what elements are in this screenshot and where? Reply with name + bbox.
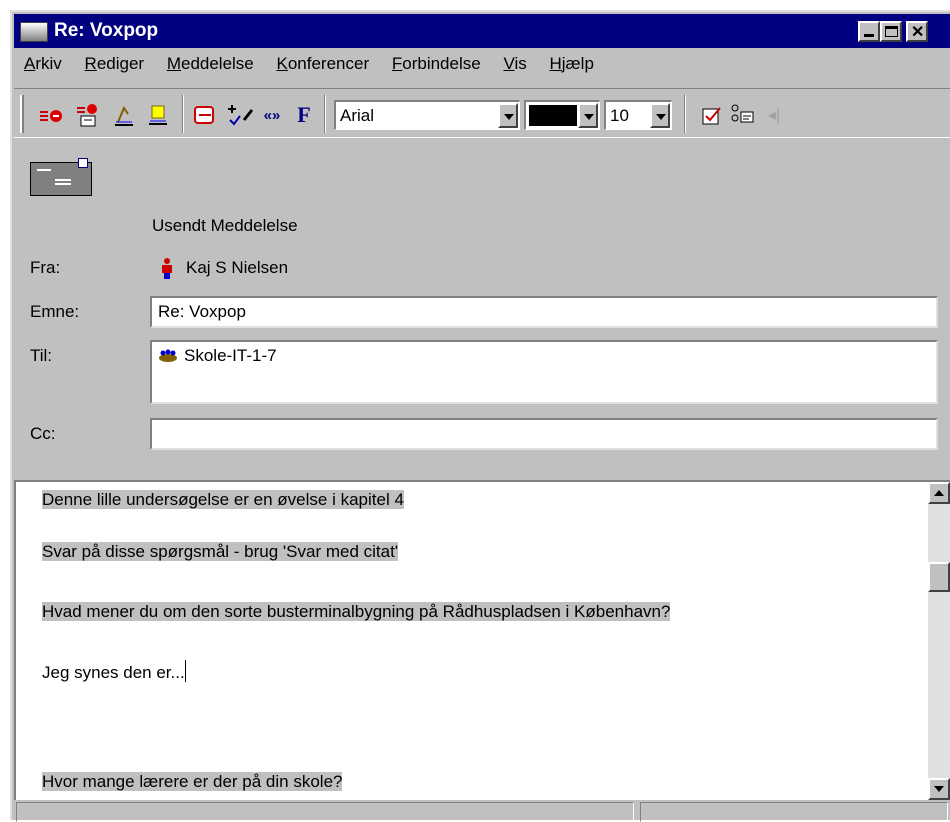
message-body[interactable]: Denne lille undersøgelse er en øvelse i … [14, 480, 950, 800]
body-line: Jeg synes den er... [42, 663, 185, 682]
group-icon [158, 348, 178, 362]
cc-label: Cc: [30, 424, 56, 443]
font-color-select[interactable] [524, 100, 600, 130]
window-title: Re: Voxpop [54, 20, 159, 41]
message-window-icon [20, 22, 48, 42]
chevron-down-icon[interactable] [650, 103, 670, 128]
color-swatch [529, 105, 577, 126]
subject-value: Re: Voxpop [158, 302, 246, 321]
toolbar-grip[interactable] [20, 95, 24, 133]
envelope-badge [78, 158, 88, 168]
font-size-value: 10 [610, 106, 629, 125]
disabled-icon: ◂| [767, 107, 781, 124]
subject-label: Emne: [30, 302, 80, 321]
message-header: Usendt Meddelelse Fra: Kaj S Nielsen Emn… [14, 140, 950, 480]
arrow-down-icon [934, 786, 944, 792]
chevron-down-icon[interactable] [498, 103, 518, 128]
toolbar-separator-2 [324, 95, 326, 133]
send-icon[interactable] [38, 101, 66, 129]
scroll-up-button[interactable] [928, 482, 950, 504]
scroll-down-button[interactable] [928, 778, 950, 800]
from-value: Kaj S Nielsen [186, 258, 289, 277]
font-family-select[interactable]: Arial [334, 100, 520, 130]
to-field[interactable]: Skole-IT-1-7 [150, 340, 938, 404]
title-bar[interactable]: Re: Voxpop ✕ [14, 14, 950, 48]
status-panel [16, 802, 634, 822]
signature-icon[interactable] [110, 101, 138, 129]
user-icon [162, 258, 172, 280]
minimize-button[interactable] [858, 21, 880, 42]
status-panel [640, 802, 948, 822]
close-icon: ✕ [911, 24, 925, 41]
toolbar-separator-3 [684, 95, 686, 133]
status-bar [14, 800, 950, 822]
maximize-button[interactable] [880, 21, 902, 42]
quote-icon[interactable]: «» [258, 101, 286, 129]
menu-vis[interactable]: Vis [503, 54, 526, 74]
menu-forbindelse[interactable]: Forbindelse [392, 54, 481, 74]
menu-hjaelp[interactable]: Hjælp [550, 54, 594, 74]
from-label: Fra: [30, 258, 61, 277]
subject-field[interactable]: Re: Voxpop [150, 296, 938, 328]
arrow-up-icon [934, 490, 944, 496]
scroll-thumb[interactable] [928, 562, 950, 592]
text-caret [184, 660, 186, 682]
menu-konferencer[interactable]: Konferencer [277, 54, 370, 74]
message-window: Re: Voxpop ✕ Arkiv Rediger Meddelelse Ko… [10, 10, 950, 822]
send-later-icon[interactable] [74, 101, 102, 129]
check-icon[interactable] [698, 101, 726, 129]
minimize-icon [864, 34, 874, 37]
body-line: Svar på disse spørgsmål - brug 'Svar med… [42, 542, 399, 561]
body-line: Hvor mange lærere er der på din skole? [42, 772, 343, 791]
menu-arkiv[interactable]: Arkiv [24, 54, 62, 74]
to-label: Til: [30, 346, 53, 365]
font-family-value: Arial [340, 106, 375, 125]
font-size-select[interactable]: 10 [604, 100, 672, 130]
maximize-icon [885, 26, 898, 37]
toolbar: «» F Arial 10 ◂| [14, 88, 950, 138]
cc-field[interactable] [150, 418, 938, 450]
address-book-icon[interactable] [144, 101, 172, 129]
bold-icon[interactable]: F [290, 101, 318, 129]
close-button[interactable]: ✕ [906, 21, 928, 42]
address-icon[interactable] [728, 101, 756, 129]
chevron-down-icon[interactable] [578, 103, 598, 128]
menu-rediger[interactable]: Rediger [85, 54, 145, 74]
vertical-scrollbar[interactable] [928, 482, 950, 800]
spell-check-icon[interactable] [226, 101, 254, 129]
menu-meddelelse[interactable]: Meddelelse [167, 54, 254, 74]
body-line: Hvad mener du om den sorte busterminalby… [42, 602, 671, 621]
to-value: Skole-IT-1-7 [184, 346, 277, 365]
menu-bar: Arkiv Rediger Meddelelse Konferencer For… [16, 54, 602, 84]
body-line: Denne lille undersøgelse er en øvelse i … [42, 490, 404, 509]
attach-icon[interactable] [192, 101, 220, 129]
message-status: Usendt Meddelelse [152, 216, 298, 235]
toolbar-separator [182, 95, 184, 133]
